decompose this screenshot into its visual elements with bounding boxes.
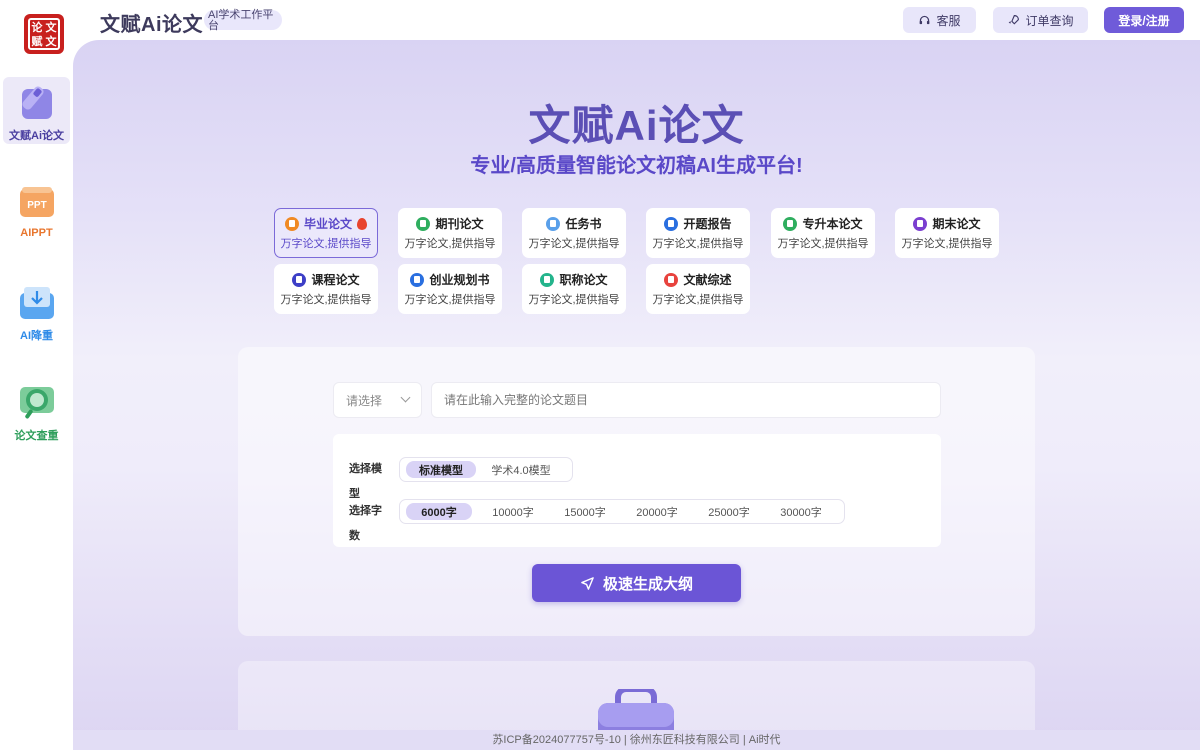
paper-type-sub: 万字论文,提供指导 (652, 238, 744, 250)
send-icon (581, 576, 594, 590)
sidebar-item-label: AI降重 (20, 330, 53, 342)
headset-icon (920, 15, 930, 24)
sidebar-item-ai-rewrite[interactable]: AI降重 (3, 277, 70, 344)
document-icon (664, 216, 679, 231)
paper-type-card[interactable]: 课程论文 万字论文,提供指导 (274, 264, 378, 314)
word-option-20000[interactable]: 20000字 (626, 503, 688, 520)
pen-icon (18, 83, 56, 121)
sidebar-item-label: 论文查重 (14, 430, 59, 442)
hot-flame-icon (357, 217, 367, 230)
topic-input[interactable] (431, 382, 941, 418)
paper-type-sub: 万字论文,提供指导 (404, 238, 496, 250)
ppt-icon: PPT (18, 183, 56, 221)
word-option-6000[interactable]: 6000字 (406, 503, 472, 520)
sidebar-item-wenfu-ai[interactable]: 文赋Ai论文 (3, 77, 70, 144)
paper-type-card[interactable]: 创业规划书 万字论文,提供指导 (398, 264, 502, 314)
book-icon (783, 216, 798, 231)
document-icon (416, 216, 431, 231)
order-label: 订单查询 (1025, 13, 1074, 28)
top-bar: 论 文 赋 文 文赋Ai论文 AI学术工作平台 客服 订单查询 登录/注册 (0, 0, 1200, 54)
chevron-down-icon (400, 392, 411, 403)
document-icon (284, 216, 299, 231)
rocket-icon (1009, 14, 1020, 25)
hero-title: 文赋Ai论文 (528, 102, 745, 149)
paper-type-sub: 万字论文,提供指导 (777, 238, 869, 250)
svg-text:PPT: PPT (27, 200, 46, 211)
category-select[interactable]: 请选择 (333, 382, 422, 418)
paper-type-title: 创业规划书 (429, 273, 490, 287)
paper-type-title: 毕业论文 (303, 217, 352, 231)
paper-type-card[interactable]: 文献综述 万字论文,提供指导 (646, 264, 750, 314)
paper-type-card[interactable]: 职称论文 万字论文,提供指导 (522, 264, 626, 314)
model-option-academic[interactable]: 学术4.0模型 (480, 461, 562, 478)
paper-type-sub: 万字论文,提供指导 (404, 294, 496, 306)
magnifier-icon (18, 383, 56, 421)
paper-type-title: 职称论文 (559, 273, 608, 287)
document-icon (913, 216, 928, 231)
paper-type-sub: 万字论文,提供指导 (528, 294, 620, 306)
paper-type-card[interactable]: 专升本论文 万字论文,提供指导 (771, 208, 875, 258)
logo-seal-icon[interactable]: 论 文 赋 文 (24, 14, 64, 54)
generate-outline-label: 极速生成大纲 (602, 575, 693, 593)
logo-char: 文 (45, 34, 57, 48)
download-icon (18, 283, 56, 321)
sidebar-item-label: 文赋Ai论文 (9, 130, 64, 142)
paper-type-card[interactable]: 任务书 万字论文,提供指导 (522, 208, 626, 258)
sidebar-item-aippt[interactable]: PPT AIPPT (3, 177, 70, 244)
paper-type-title: 课程论文 (311, 273, 360, 287)
paper-type-card[interactable]: 开题报告 万字论文,提供指导 (646, 208, 750, 258)
generate-outline-button[interactable]: 极速生成大纲 (532, 564, 741, 602)
word-option-25000[interactable]: 25000字 (698, 503, 760, 520)
paper-type-sub: 万字论文,提供指导 (280, 238, 372, 250)
document-icon (540, 272, 555, 287)
sidebar-item-plagiarism-check[interactable]: 论文查重 (3, 377, 70, 444)
hero-subtitle: 专业/高质量智能论文初稿AI生成平台! (470, 155, 803, 177)
paper-type-title: 任务书 (565, 217, 602, 231)
order-query-button[interactable]: 订单查询 (993, 7, 1088, 33)
generate-form-panel: 请选择 选择模型 标准模型 学术4.0模型 选择字数 6000字 10000字 … (238, 347, 1035, 636)
paper-type-card[interactable]: 期末论文 万字论文,提供指导 (895, 208, 999, 258)
document-icon (546, 216, 561, 231)
brand-tag: AI学术工作平台 (204, 9, 282, 32)
paper-type-card[interactable]: 期刊论文 万字论文,提供指导 (398, 208, 502, 258)
brand-title[interactable]: 文赋Ai论文 (100, 8, 203, 37)
paper-type-card[interactable]: 毕业论文 万字论文,提供指导 (274, 208, 378, 258)
word-option-15000[interactable]: 15000字 (554, 503, 616, 520)
category-select-value: 请选择 (346, 393, 383, 408)
document-icon (410, 272, 425, 287)
paper-type-sub: 万字论文,提供指导 (901, 238, 993, 250)
word-option-10000[interactable]: 10000字 (482, 503, 544, 520)
logo-char: 文 (45, 20, 57, 34)
model-option-standard[interactable]: 标准模型 (406, 461, 476, 478)
paper-type-title: 期末论文 (932, 217, 981, 231)
paper-type-title: 期刊论文 (435, 217, 484, 231)
options-box: 选择模型 标准模型 学术4.0模型 选择字数 6000字 10000字 1500… (333, 434, 941, 547)
paper-type-sub: 万字论文,提供指导 (652, 294, 744, 306)
paper-type-title: 专升本论文 (802, 217, 863, 231)
document-icon (664, 272, 679, 287)
logo-char: 论 (31, 20, 43, 34)
logo-char: 赋 (31, 34, 43, 48)
book-icon (292, 272, 307, 287)
model-toggle-group: 标准模型 学术4.0模型 (399, 457, 573, 482)
word-option-30000[interactable]: 30000字 (770, 503, 832, 520)
paper-type-title: 文献综述 (683, 273, 732, 287)
sidebar: 文赋Ai论文 PPT AIPPT AI降重 论文查重 (0, 40, 73, 750)
paper-type-title: 开题报告 (683, 217, 732, 231)
sidebar-item-label: AIPPT (20, 227, 53, 239)
main-content: 文赋Ai论文 专业/高质量智能论文初稿AI生成平台! 毕业论文 万字论文,提供指… (73, 40, 1200, 750)
words-label: 选择字数 (349, 505, 382, 542)
brand-tag-text: AI学术工作平台 (208, 9, 274, 32)
paper-type-sub: 万字论文,提供指导 (528, 238, 620, 250)
footer: 苏ICP备2024077757号-10 | 徐州东匠科技有限公司 | Ai时代 (73, 730, 1200, 750)
paper-type-sub: 万字论文,提供指导 (280, 294, 372, 306)
word-count-toggle-group: 6000字 10000字 15000字 20000字 25000字 30000字 (399, 499, 845, 524)
service-button[interactable]: 客服 (903, 7, 976, 33)
login-button[interactable]: 登录/注册 (1104, 7, 1184, 33)
service-label: 客服 (936, 13, 961, 28)
